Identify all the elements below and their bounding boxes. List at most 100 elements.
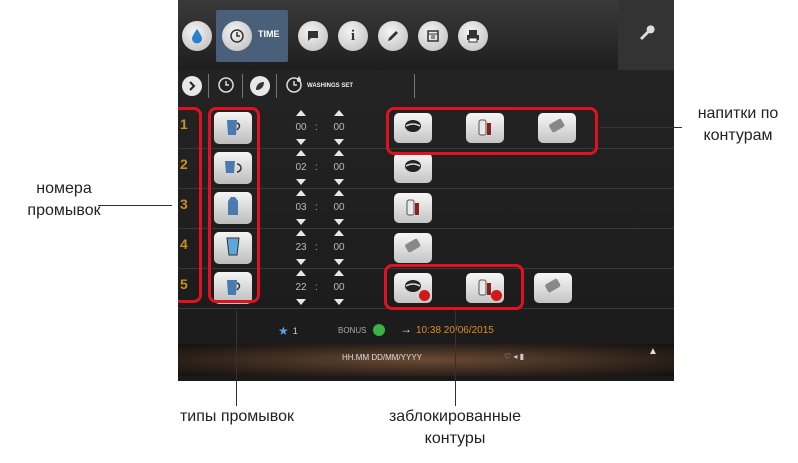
hour-down-arrow[interactable]: [296, 179, 306, 185]
status-area: ★ 1 BONUS → 10:38 20/06/2015 HH.MM DD/MM…: [178, 316, 674, 381]
beverage-button[interactable]: [394, 153, 432, 183]
hour-up-arrow[interactable]: [296, 110, 306, 116]
leaf-button[interactable]: [250, 75, 270, 97]
wash-time: 03: 00: [288, 188, 358, 228]
bottom-bar: [178, 344, 674, 376]
wash-time: 23: 00: [288, 228, 358, 268]
drop-button[interactable]: [180, 18, 214, 54]
time-separator: :: [315, 242, 318, 253]
timer-icon: [216, 74, 236, 99]
bonus-label: BONUS: [338, 326, 367, 335]
label-text: номера: [36, 180, 92, 197]
hour-up-arrow[interactable]: [296, 270, 306, 276]
printer-button[interactable]: [456, 18, 490, 54]
flag-icon: [298, 21, 328, 51]
tab-time[interactable]: TIME: [216, 10, 288, 62]
label-blocked: заблокированные контуры: [370, 406, 540, 450]
hour-up-arrow[interactable]: [296, 230, 306, 236]
minute-up-arrow[interactable]: [334, 150, 344, 156]
minute-value: 00: [333, 202, 345, 213]
hour-value: 00: [295, 122, 307, 133]
washings-set-label: WASHINGS SET: [307, 83, 354, 89]
leader-line: [98, 205, 172, 206]
washings-set-button[interactable]: WASHINGS SET: [284, 75, 353, 97]
label-drinks: напитки по контурам: [678, 103, 798, 147]
time-separator: :: [315, 282, 318, 293]
hour-value: 03: [295, 202, 307, 213]
printer-icon: [458, 21, 488, 51]
hour-value: 22: [295, 282, 307, 293]
leaf-icon: [250, 76, 270, 96]
next-button[interactable]: [182, 75, 202, 97]
tab-time-label: TIME: [258, 29, 280, 39]
flag-button[interactable]: [296, 18, 330, 54]
star-icon: ★: [278, 324, 289, 338]
hour-value: 23: [295, 242, 307, 253]
clock-icon: [222, 21, 252, 51]
label-text: заблокированные: [388, 408, 522, 425]
wash-time: 00:00: [288, 108, 358, 148]
label-wash-types: типы промывок: [179, 408, 295, 425]
label-text: промывок: [27, 202, 101, 219]
divider: [242, 74, 243, 98]
tablet-icon: [403, 238, 423, 259]
count-indicator: ★ 1: [278, 324, 298, 338]
minute-value: 00: [333, 242, 345, 253]
device-screen: TIME i WASHINGS SET 1 00: 00 2 02: 00 …: [178, 0, 674, 381]
scroll-up-icon[interactable]: ▲: [648, 346, 658, 357]
wrench-icon: [637, 23, 655, 47]
minute-value: 00: [333, 122, 345, 133]
time-separator: :: [315, 162, 318, 173]
hour-up-arrow[interactable]: [296, 150, 306, 156]
calendar-button[interactable]: [416, 18, 450, 54]
settings-button[interactable]: [618, 0, 674, 70]
coffee-bean-icon: [403, 159, 423, 178]
wash-time: 02: 00: [288, 148, 358, 188]
info-button[interactable]: i: [336, 18, 370, 54]
highlight-wash-types: [208, 107, 260, 303]
minute-down-arrow[interactable]: [334, 179, 344, 185]
top-toolbar: TIME i: [178, 0, 674, 70]
pencil-icon: [378, 21, 408, 51]
minute-up-arrow[interactable]: [334, 190, 344, 196]
highlight-wash-numbers: [178, 107, 202, 303]
washing-timer-icon: [284, 74, 304, 99]
hour-up-arrow[interactable]: [296, 190, 306, 196]
edit-button[interactable]: [376, 18, 410, 54]
minute-up-arrow[interactable]: [334, 110, 344, 116]
time-separator: :: [315, 122, 318, 133]
milk-bottle-icon: [404, 196, 422, 221]
leader-line: [600, 127, 682, 128]
divider: [208, 74, 209, 98]
calendar-icon: [418, 21, 448, 51]
label-text: напитки по: [697, 105, 779, 122]
drop-icon: [182, 21, 212, 51]
format-hint: HH.MM DD/MM/YYYY: [342, 353, 422, 362]
hour-value: 02: [295, 162, 307, 173]
leader-line: [236, 310, 237, 406]
minute-up-arrow[interactable]: [334, 270, 344, 276]
beverage-button[interactable]: [534, 273, 572, 303]
beverage-button[interactable]: [394, 193, 432, 223]
tablet-icon: [543, 278, 563, 299]
minute-down-arrow[interactable]: [334, 259, 344, 265]
hour-down-arrow[interactable]: [296, 139, 306, 145]
minute-down-arrow[interactable]: [334, 299, 344, 305]
time-separator: :: [315, 202, 318, 213]
minute-down-arrow[interactable]: [334, 219, 344, 225]
hour-down-arrow[interactable]: [296, 219, 306, 225]
minute-value: 00: [333, 282, 345, 293]
leader-line: [455, 310, 456, 406]
timer-button[interactable]: [216, 75, 236, 97]
label-wash-numbers: номера промывок: [6, 178, 122, 222]
hour-down-arrow[interactable]: [296, 299, 306, 305]
label-text: контуры: [424, 430, 486, 447]
beverage-button[interactable]: [394, 233, 432, 263]
minute-down-arrow[interactable]: [334, 139, 344, 145]
wash-time: 22: 00: [288, 268, 358, 308]
divider: [276, 74, 277, 98]
minute-up-arrow[interactable]: [334, 230, 344, 236]
bottom-status-icons: ♡ ◂ ▮: [504, 352, 525, 361]
hour-down-arrow[interactable]: [296, 259, 306, 265]
label-text: контурам: [703, 127, 773, 144]
